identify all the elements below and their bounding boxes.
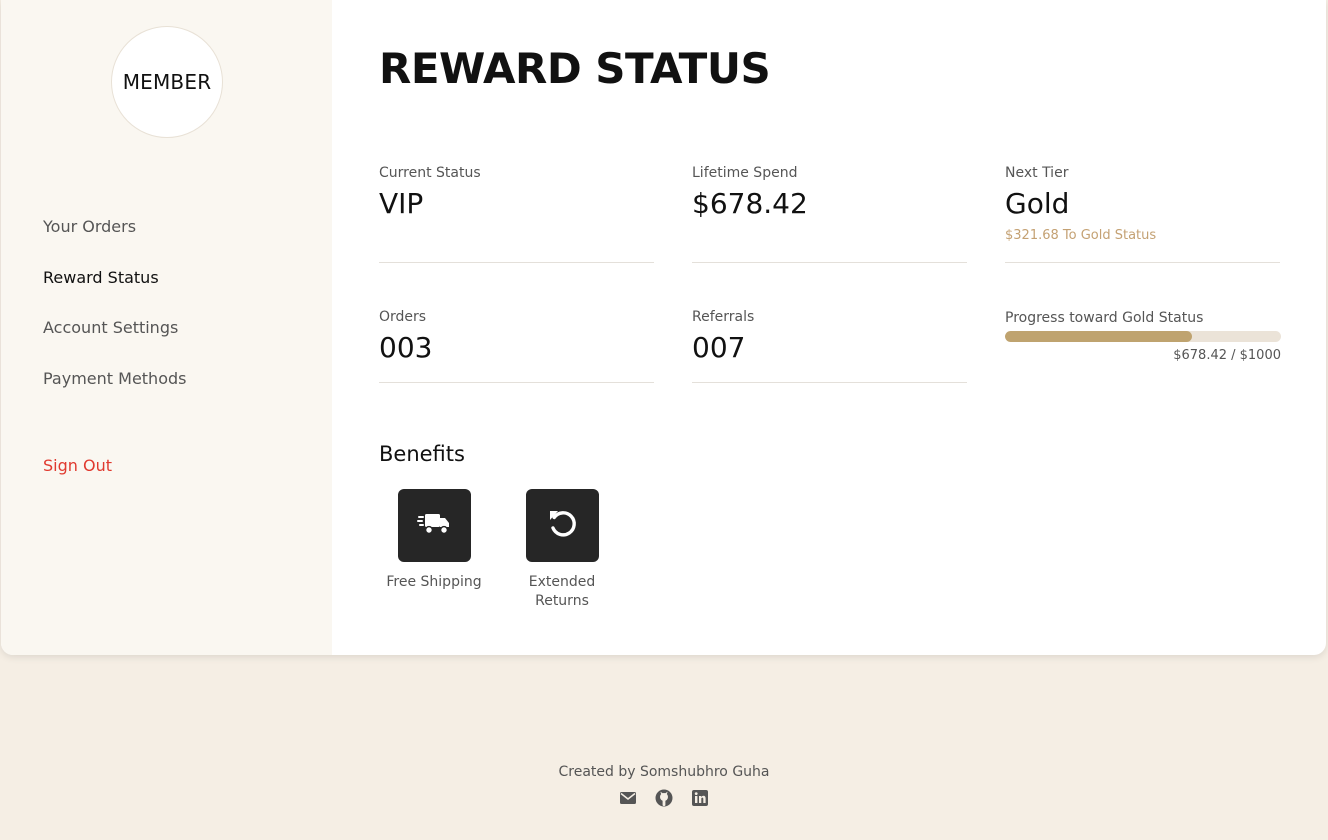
page-title: REWARD STATUS xyxy=(379,44,771,93)
email-icon[interactable] xyxy=(619,789,637,807)
stat-value: $678.42 xyxy=(692,187,808,220)
benefits-heading: Benefits xyxy=(379,442,465,466)
return-arrow-icon xyxy=(545,507,579,545)
progress-track xyxy=(1005,331,1281,342)
stat-value: 007 xyxy=(692,331,746,364)
stat-label: Current Status xyxy=(379,165,481,181)
benefit-tile xyxy=(525,489,599,562)
footer: Created by Somshubhro Guha xyxy=(0,764,1328,807)
linkedin-icon[interactable] xyxy=(691,789,709,807)
progress-readout: $678.42 / $1000 xyxy=(1173,348,1281,363)
github-icon[interactable] xyxy=(655,789,673,807)
stat-label: Orders xyxy=(379,309,427,325)
benefit-extended-returns: Extended Returns xyxy=(507,489,617,611)
sidebar: MEMBER Your Orders Reward Status Account… xyxy=(1,0,332,655)
stat-value: 003 xyxy=(379,331,433,364)
gold-progress: Progress toward Gold Status $678.42 / $1… xyxy=(1005,310,1281,363)
stat-orders: Orders 003 xyxy=(379,309,654,383)
social-links xyxy=(0,789,1328,807)
next-tier-remaining: $321.68 To Gold Status xyxy=(1005,228,1157,243)
sidebar-item-reward-status[interactable]: Reward Status xyxy=(43,268,159,287)
sidebar-item-your-orders[interactable]: Your Orders xyxy=(43,217,136,236)
sidebar-item-payment-methods[interactable]: Payment Methods xyxy=(43,369,186,388)
benefit-label: Extended Returns xyxy=(528,574,596,609)
shipping-truck-icon xyxy=(417,510,451,542)
stat-label: Next Tier xyxy=(1005,165,1069,181)
footer-credit: Created by Somshubhro Guha xyxy=(558,764,770,780)
stat-label: Lifetime Spend xyxy=(692,165,798,181)
stat-current-status: Current Status VIP xyxy=(379,165,654,263)
benefit-free-shipping: Free Shipping xyxy=(379,489,489,592)
progress-label: Progress toward Gold Status xyxy=(1005,310,1204,326)
stat-lifetime-spend: Lifetime Spend $678.42 xyxy=(692,165,967,263)
sign-out-link[interactable]: Sign Out xyxy=(43,456,112,475)
benefit-label: Free Shipping xyxy=(386,574,482,590)
progress-fill xyxy=(1005,331,1193,342)
stat-next-tier: Next Tier Gold $321.68 To Gold Status xyxy=(1005,165,1280,263)
stat-referrals: Referrals 007 xyxy=(692,309,967,383)
sidebar-item-account-settings[interactable]: Account Settings xyxy=(43,318,178,337)
benefit-tile xyxy=(397,489,471,562)
main-content: REWARD STATUS Current Status VIP Lifetim… xyxy=(332,0,1326,655)
stat-value: VIP xyxy=(379,187,424,220)
avatar: MEMBER xyxy=(111,26,223,138)
stat-label: Referrals xyxy=(692,309,755,325)
account-card: MEMBER Your Orders Reward Status Account… xyxy=(1,0,1326,655)
stat-value: Gold xyxy=(1005,187,1070,220)
